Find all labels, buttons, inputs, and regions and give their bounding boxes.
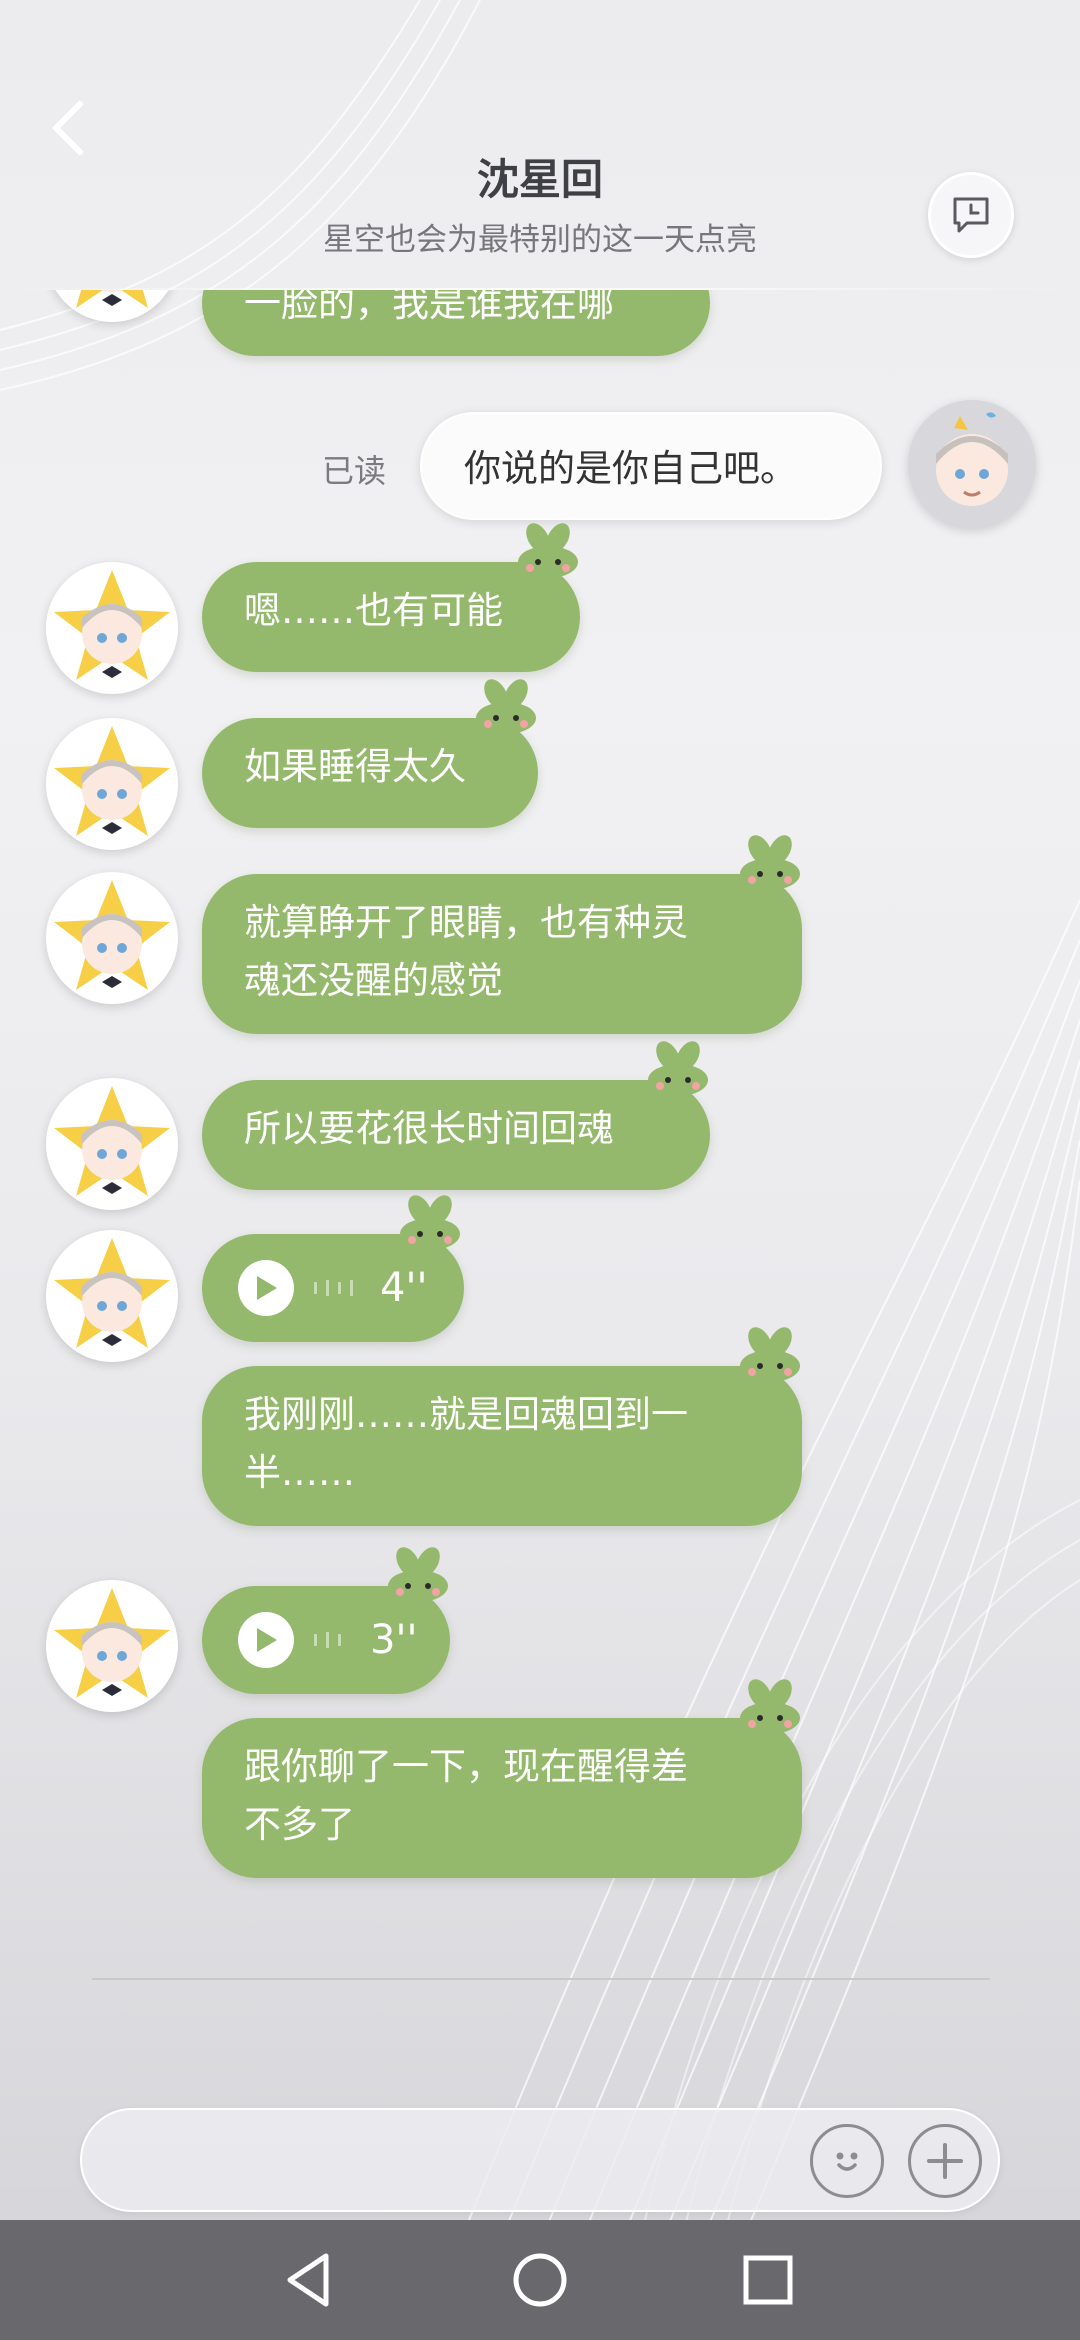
message-text-line: 我刚刚……就是回魂回到一 xyxy=(244,1393,688,1436)
play-button[interactable] xyxy=(238,1612,294,1668)
bunny-ear-decoration xyxy=(476,679,536,734)
smiley-icon xyxy=(836,2152,858,2171)
npc-message-bubble[interactable]: 我刚刚……就是回魂回到一 半…… xyxy=(202,1327,802,1526)
message-text-line: 半…… xyxy=(244,1451,355,1494)
message-text-line: 就算睁开了眼睛，也有种灵 xyxy=(244,901,688,944)
nav-recent-button[interactable] xyxy=(728,2240,808,2320)
npc-voice-bubble[interactable]: 4'' xyxy=(202,1195,464,1342)
chat-bubble-icon xyxy=(953,197,989,233)
avatar-image xyxy=(54,1086,170,1196)
bunny-ear-decoration xyxy=(518,523,578,578)
message-text-line: 不多了 xyxy=(244,1803,355,1846)
message-text: 如果睡得太久 xyxy=(244,745,466,788)
message-text: 一脸的，我是谁我在哪 xyxy=(244,290,614,325)
play-icon xyxy=(257,1628,277,1652)
system-navigation-bar xyxy=(0,2220,1080,2340)
read-status: 已读 xyxy=(322,452,387,490)
avatar-image xyxy=(76,290,148,308)
message-text-line: 魂还没醒的感觉 xyxy=(244,959,503,1002)
voice-duration: 3'' xyxy=(370,1617,418,1663)
plus-button[interactable] xyxy=(908,2124,982,2198)
npc-voice-bubble[interactable]: 3'' xyxy=(202,1547,450,1694)
npc-avatar[interactable] xyxy=(46,562,178,694)
chat-subtitle: 星空也会为最特别的这一天点亮 xyxy=(323,222,757,258)
npc-message-bubble[interactable]: 一脸的，我是谁我在哪 xyxy=(202,290,710,356)
message-input[interactable] xyxy=(122,2132,862,2192)
triangle-back-icon xyxy=(287,2253,329,2307)
message-input-bar xyxy=(80,2108,1000,2212)
message-list[interactable]: 一脸的，我是谁我在哪 已读 你说的是你自己吧。 嗯……也有可能 如果睡得太久 就… xyxy=(0,290,1080,1980)
user-message-bubble[interactable]: 你说的是你自己吧。 xyxy=(420,412,882,520)
message-text: 你说的是你自己吧。 xyxy=(464,447,797,490)
chat-header: 沈星回 星空也会为最特别的这一天点亮 xyxy=(0,0,1080,290)
voice-duration: 4'' xyxy=(380,1265,428,1311)
plus-icon xyxy=(927,2143,963,2179)
avatar-image xyxy=(54,1238,170,1348)
npc-avatar[interactable] xyxy=(46,290,178,322)
circle-home-icon xyxy=(513,2253,567,2307)
avatar-image xyxy=(54,1588,170,1698)
message-text-line: 跟你聊了一下，现在醒得差 xyxy=(244,1745,688,1788)
play-icon xyxy=(257,1276,277,1300)
npc-message-bubble[interactable]: 就算睁开了眼睛，也有种灵 魂还没醒的感觉 xyxy=(202,835,802,1034)
emoji-button[interactable] xyxy=(810,2124,884,2198)
square-recent-icon xyxy=(743,2255,793,2305)
nav-back-button[interactable] xyxy=(268,2240,348,2320)
bunny-ear-decoration xyxy=(740,1327,800,1382)
message-text: 所以要花很长时间回魂 xyxy=(244,1107,614,1150)
npc-message-bubble[interactable]: 所以要花很长时间回魂 xyxy=(202,1041,710,1190)
npc-message-bubble[interactable]: 如果睡得太久 xyxy=(202,679,538,828)
avatar-image xyxy=(54,880,170,990)
npc-avatar[interactable] xyxy=(46,1230,178,1362)
user-avatar[interactable] xyxy=(908,400,1036,528)
chat-history-button[interactable] xyxy=(928,172,1014,258)
avatar-image xyxy=(54,570,170,680)
avatar-image xyxy=(54,726,170,836)
npc-message-bubble[interactable]: 嗯……也有可能 xyxy=(202,523,580,672)
bunny-ear-decoration xyxy=(648,1041,708,1096)
avatar-image xyxy=(936,412,1008,506)
bunny-ear-decoration xyxy=(400,1195,460,1250)
bunny-ear-decoration xyxy=(740,1679,800,1734)
npc-avatar[interactable] xyxy=(46,1580,178,1712)
chat-divider xyxy=(92,1978,990,1980)
bunny-ear-decoration xyxy=(388,1547,448,1602)
npc-message-bubble[interactable]: 跟你聊了一下，现在醒得差 不多了 xyxy=(202,1679,802,1878)
npc-avatar[interactable] xyxy=(46,872,178,1004)
play-button[interactable] xyxy=(238,1260,294,1316)
npc-avatar[interactable] xyxy=(46,718,178,850)
nav-home-button[interactable] xyxy=(500,2240,580,2320)
chat-title: 沈星回 xyxy=(476,155,603,204)
waveform-icon xyxy=(314,1632,341,1648)
message-text: 嗯……也有可能 xyxy=(244,589,503,632)
bunny-ear-decoration xyxy=(740,835,800,890)
waveform-icon xyxy=(314,1280,353,1296)
npc-avatar[interactable] xyxy=(46,1078,178,1210)
